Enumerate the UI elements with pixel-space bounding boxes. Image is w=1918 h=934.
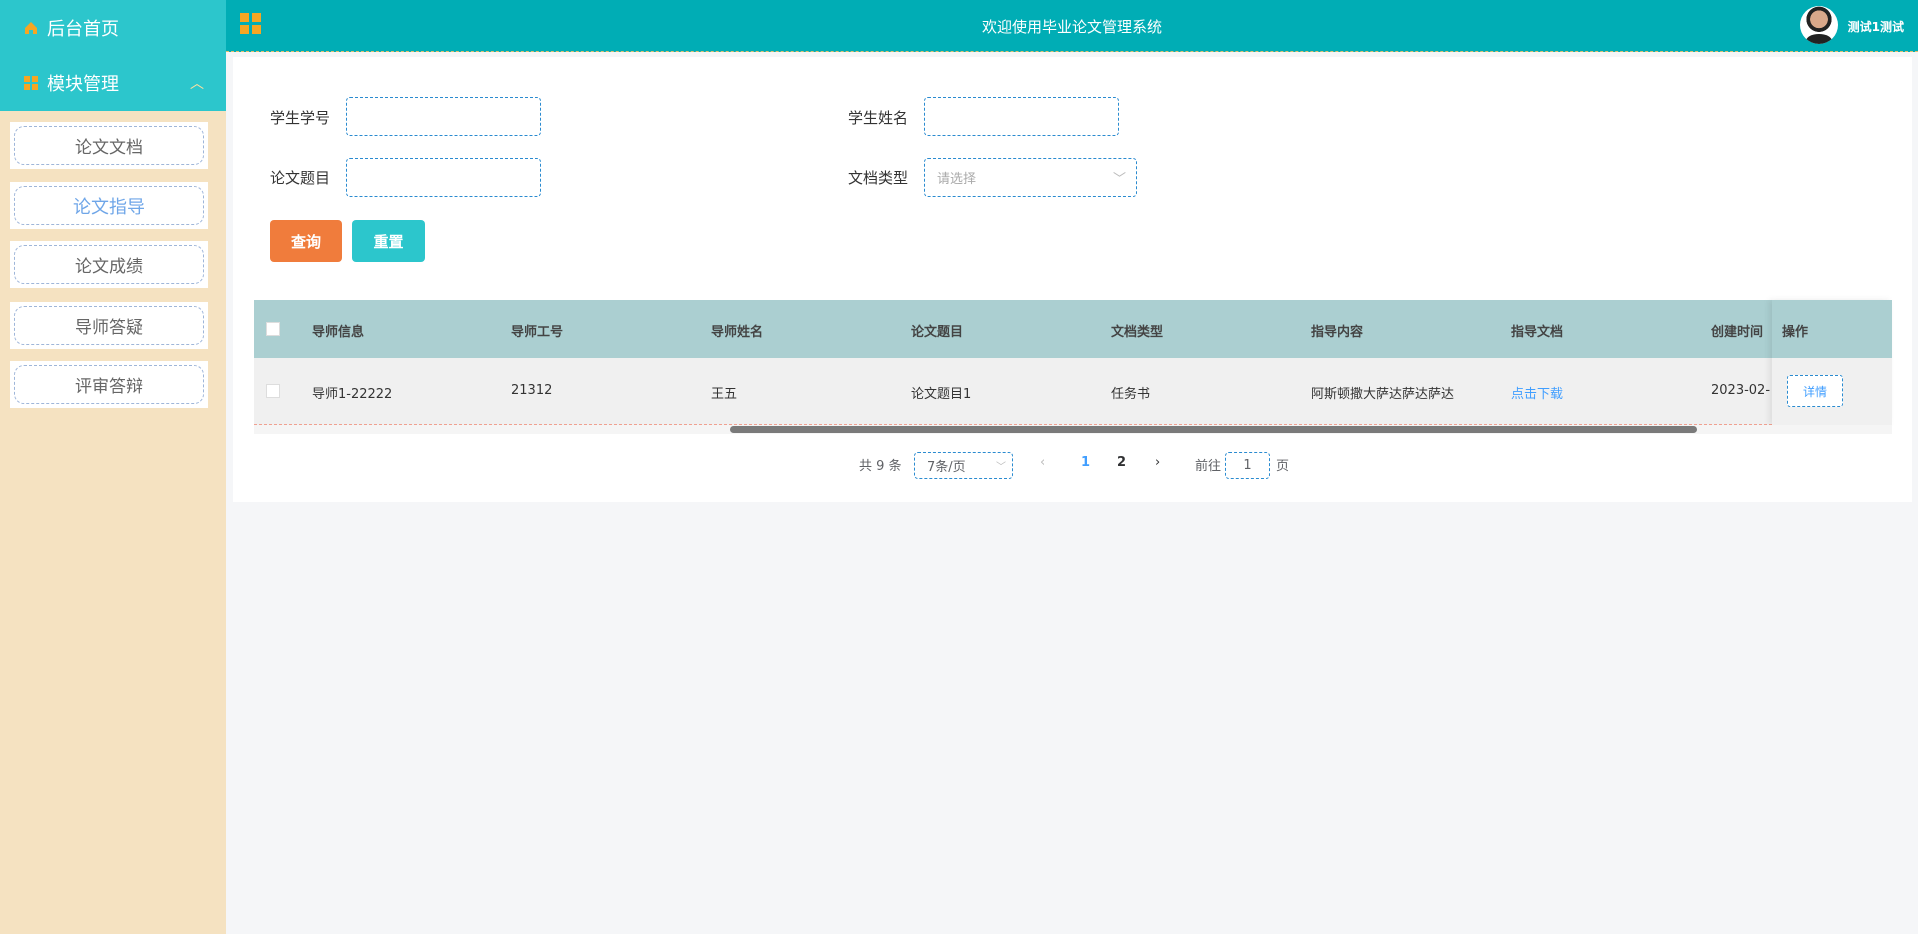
avatar[interactable]	[1800, 6, 1838, 44]
cell-tutor-info: 导师1-22222	[312, 387, 393, 402]
menu-home[interactable]: 后台首页	[0, 0, 226, 55]
total-count: 共 9 条	[859, 459, 902, 474]
select-all-checkbox[interactable]	[266, 322, 280, 336]
table-header: 导师信息 导师工号 导师姓名 论文题目 文档类型 指导内容 指导文档 创建时间	[254, 300, 1892, 358]
col-tutor-no: 导师工号	[511, 325, 564, 340]
chevron-up-icon: ︿	[190, 76, 204, 92]
goto-label: 前往	[1195, 459, 1222, 474]
col-created: 创建时间	[1711, 325, 1764, 340]
col-doc: 指导文档	[1511, 325, 1564, 340]
top-header: 欢迎使用毕业论文管理系统 测试1测试	[226, 0, 1918, 52]
guidance-table: 导师信息 导师工号 导师姓名 论文题目 文档类型 指导内容 指导文档 创建时间 …	[254, 300, 1892, 434]
table-row: 导师1-22222 21312 王五 论文题目1 任务书 阿斯顿撒大萨达萨达萨达…	[254, 358, 1892, 425]
doc-type-select[interactable]: 请选择 ﹀	[924, 158, 1137, 197]
thesis-title-input[interactable]	[346, 158, 541, 197]
sidebar-item-label: 论文文档	[14, 126, 204, 165]
cell-content: 阿斯顿撒大萨达萨达萨达	[1311, 387, 1455, 402]
sidebar: 后台首页 模块管理 ︿ 论文文档 论文指导 论文成绩 导师答疑 评审答辩	[0, 0, 226, 934]
page-size-value: 7条/页	[927, 460, 966, 475]
page-suffix: 页	[1276, 459, 1290, 474]
sidebar-item-thesis-guidance[interactable]: 论文指导	[10, 182, 208, 229]
username[interactable]: 测试1测试	[1848, 18, 1904, 35]
sidebar-item-label: 评审答辩	[14, 365, 204, 404]
cell-thesis-title: 论文题目1	[911, 387, 972, 402]
menu-module[interactable]: 模块管理 ︿	[0, 55, 226, 110]
doc-type-placeholder: 请选择	[937, 172, 977, 187]
col-tutor-name: 导师姓名	[711, 325, 764, 340]
student-name-input[interactable]	[924, 97, 1119, 136]
doc-type-label: 文档类型	[848, 169, 909, 187]
reset-button[interactable]: 重置	[352, 220, 425, 262]
home-icon	[25, 21, 37, 34]
cell-created: 2023-02-1	[1711, 383, 1771, 398]
sidebar-item-label: 论文指导	[14, 186, 204, 225]
menu-module-label: 模块管理	[47, 73, 119, 95]
student-name-label: 学生姓名	[848, 109, 909, 127]
page-1[interactable]: 1	[1081, 455, 1090, 470]
page-2[interactable]: 2	[1117, 455, 1126, 470]
col-tutor-info: 导师信息	[312, 325, 365, 340]
cell-tutor-no: 21312	[511, 383, 553, 398]
cell-tutor-name: 王五	[711, 387, 738, 402]
chevron-down-icon: ﹀	[996, 462, 1006, 473]
col-action: 操作	[1782, 325, 1809, 340]
col-thesis-title: 论文题目	[911, 325, 964, 340]
detail-button[interactable]: 详情	[1787, 375, 1843, 407]
sidebar-item-tutor-qa[interactable]: 导师答疑	[10, 302, 208, 349]
student-no-label: 学生学号	[270, 109, 331, 127]
next-page-icon[interactable]: ›	[1155, 455, 1160, 470]
col-content: 指导内容	[1311, 325, 1364, 340]
sidebar-item-thesis-grades[interactable]: 论文成绩	[10, 241, 208, 288]
goto-value: 1	[1243, 458, 1252, 473]
row-checkbox[interactable]	[266, 384, 280, 398]
prev-page-icon[interactable]: ‹	[1040, 455, 1045, 470]
content-card: 学生学号 学生姓名 论文题目 文档类型 请选择 ﹀ 查询 重置 导师信息 导师工号…	[233, 57, 1912, 502]
download-link[interactable]: 点击下载	[1511, 383, 1563, 402]
sidebar-item-defense[interactable]: 评审答辩	[10, 361, 208, 408]
thesis-title-label: 论文题目	[270, 169, 331, 187]
student-no-input[interactable]	[346, 97, 541, 136]
query-button[interactable]: 查询	[270, 220, 342, 262]
menu-home-label: 后台首页	[47, 18, 119, 40]
goto-page-input[interactable]: 1	[1225, 452, 1270, 479]
grid-icon	[24, 75, 38, 90]
sidebar-item-label: 导师答疑	[14, 306, 204, 345]
col-doc-type: 文档类型	[1111, 325, 1164, 340]
horizontal-scrollbar[interactable]	[254, 425, 1892, 434]
sidebar-item-thesis-docs[interactable]: 论文文档	[10, 122, 208, 169]
chevron-down-icon: ﹀	[1112, 172, 1126, 187]
page-title: 欢迎使用毕业论文管理系统	[981, 18, 1162, 36]
sidebar-item-label: 论文成绩	[14, 245, 204, 284]
page-size-select[interactable]: 7条/页 ﹀	[914, 452, 1013, 479]
cell-doc-type: 任务书	[1111, 387, 1151, 402]
fixed-action-column: 操作 详情	[1772, 300, 1892, 425]
